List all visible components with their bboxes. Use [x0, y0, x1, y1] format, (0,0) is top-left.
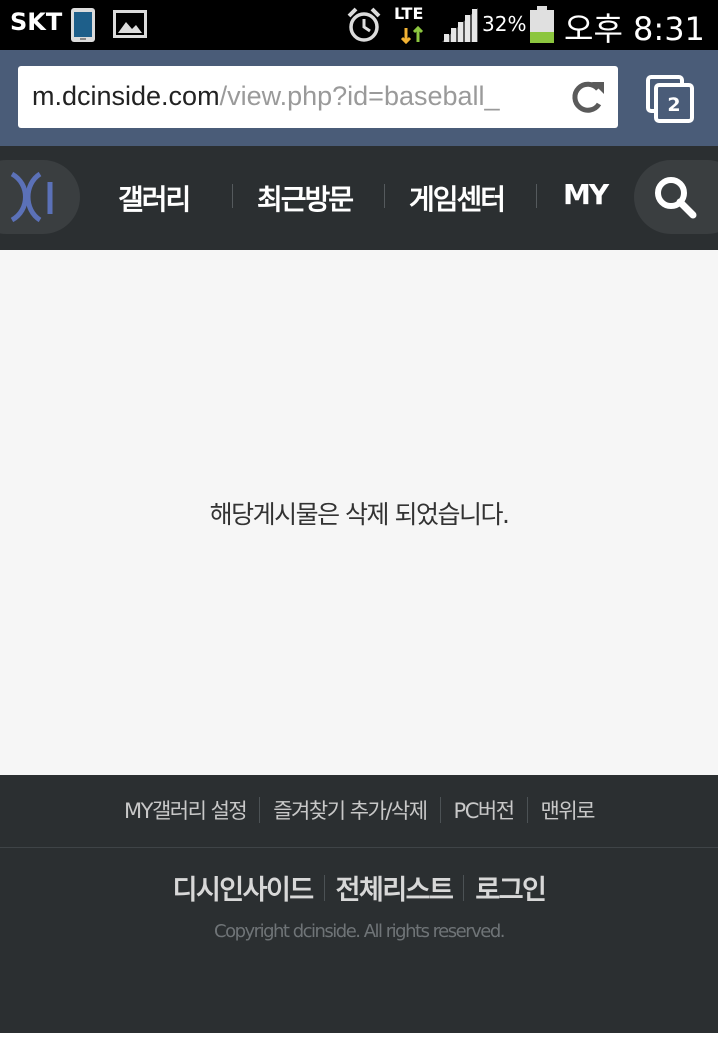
site-nav: 갤러리 최근방문 게임센터 MY — [0, 146, 718, 250]
dcinside-logo-icon — [10, 171, 53, 223]
browser-toolbar: m.dcinside.com/view.php?id=baseball_ 2 — [0, 50, 718, 146]
footer-link-my-gallery-settings[interactable]: MY갤러리 설정 — [111, 795, 259, 825]
footer-link-top[interactable]: 맨위로 — [528, 795, 607, 825]
nav-my[interactable]: MY — [563, 178, 609, 211]
bottom-edge — [0, 1033, 718, 1041]
url-text[interactable]: m.dcinside.com/view.php?id=baseball_ — [32, 81, 560, 112]
search-button[interactable] — [634, 160, 718, 234]
footer-main-links: 디시인사이드 전체리스트 로그인 — [0, 868, 718, 907]
main-content: 해당게시물은 삭제 되었습니다. — [0, 250, 718, 775]
lte-data-icon: LTE — [394, 4, 434, 44]
home-logo-button[interactable] — [0, 160, 80, 234]
deleted-post-message: 해당게시물은 삭제 되었습니다. — [209, 500, 510, 529]
footer-link-dcinside[interactable]: 디시인사이드 — [162, 868, 324, 907]
gallery-icon — [113, 10, 147, 42]
url-domain: m.dcinside.com — [32, 81, 220, 111]
nav-separator — [232, 184, 233, 208]
status-bar: SKT LTE 32% 오후 8:31 — [0, 0, 718, 50]
alarm-icon — [346, 6, 382, 48]
battery-icon — [529, 6, 555, 48]
search-icon — [655, 177, 697, 219]
phone-icon — [70, 7, 96, 47]
footer-links: MY갤러리 설정 즐겨찾기 추가/삭제 PC버전 맨위로 — [0, 795, 718, 825]
nav-recent[interactable]: 최근방문 — [257, 178, 354, 218]
address-bar[interactable]: m.dcinside.com/view.php?id=baseball_ — [18, 66, 618, 128]
footer: MY갤러리 설정 즐겨찾기 추가/삭제 PC버전 맨위로 디시인사이드 전체리스트 로그인… — [0, 775, 718, 1033]
tab-count[interactable]: 2 — [657, 90, 691, 120]
footer-link-full-list[interactable]: 전체리스트 — [325, 868, 464, 907]
battery-percent: 32% — [482, 12, 527, 36]
clock: 오후 8:31 — [564, 10, 705, 48]
nav-gallery[interactable]: 갤러리 — [118, 178, 191, 218]
footer-link-login[interactable]: 로그인 — [464, 868, 556, 907]
nav-separator — [536, 184, 537, 208]
reload-icon[interactable] — [568, 79, 606, 119]
footer-link-pc-version[interactable]: PC버전 — [441, 795, 527, 825]
signal-icon — [442, 8, 478, 46]
nav-separator — [384, 184, 385, 208]
footer-divider — [0, 847, 718, 848]
footer-link-bookmark[interactable]: 즐겨찾기 추가/삭제 — [260, 795, 439, 825]
url-path: /view.php?id=baseball_ — [219, 81, 500, 111]
nav-game-center[interactable]: 게임센터 — [409, 178, 506, 218]
copyright-text: Copyright dcinside. All rights reserved. — [214, 921, 505, 942]
carrier-label: SKT — [10, 8, 63, 36]
